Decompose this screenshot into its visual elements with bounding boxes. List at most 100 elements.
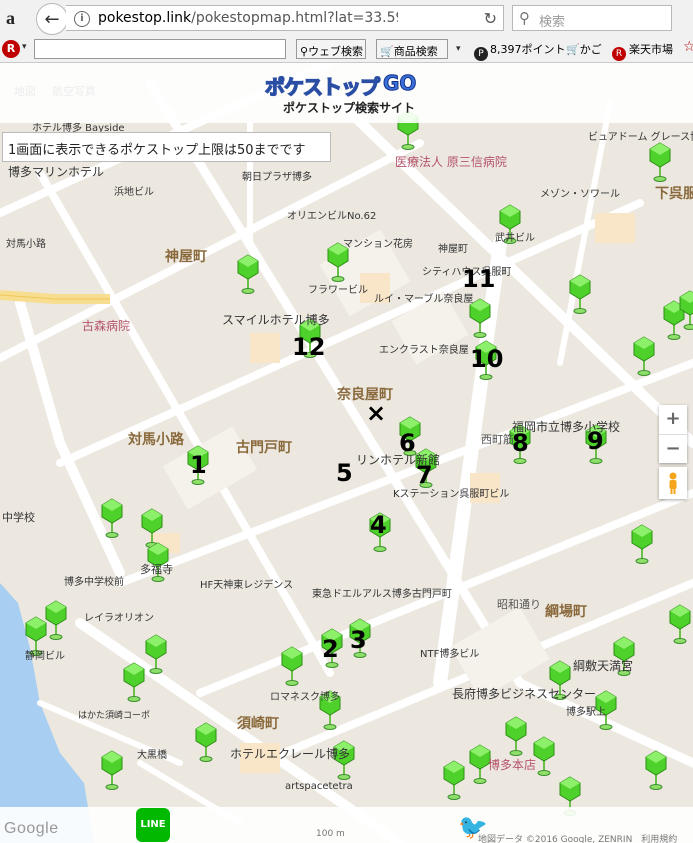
label-romanesque: ロマネスク博多 — [270, 692, 340, 703]
cart-link[interactable]: 🛒かご — [566, 41, 602, 57]
line-share-icon[interactable]: LINE — [136, 808, 170, 842]
label-tsushima-koji: 対馬小路 — [128, 432, 184, 448]
label-hakama-dome: ビュアドーム グレース博多 — [588, 132, 693, 143]
current-location-marker: × — [366, 399, 387, 427]
label-flare: フラワービル — [308, 285, 368, 296]
web-search-label: ウェブ検索 — [308, 45, 364, 58]
label-hakata-chu: 博多中学校前 — [64, 577, 124, 588]
ichiba-label: 楽天市場 — [629, 43, 673, 56]
stop-number-11: 11 — [462, 265, 496, 293]
label-bukedo: 武井ビル — [495, 233, 535, 244]
web-search-button[interactable]: ⚲ウェブ検索 — [296, 39, 366, 59]
navigation-row: a ← i pokestop.link/pokestopmap.html?lat… — [0, 0, 693, 36]
label-shimogofuku: 下呉服 — [655, 186, 693, 202]
label-mansion: マンション花房 — [343, 239, 413, 250]
back-arrow-icon[interactable]: ← — [36, 3, 68, 35]
url-path: /pokestopmap.html?lat=33.5913575999999 — [191, 10, 398, 26]
points-label: 8,397ポイント — [490, 43, 566, 56]
stop-number-5: 5 — [336, 459, 353, 487]
label-hf-tenjin: HF天神東レジデンス — [200, 580, 294, 591]
search-icon: ⚲ — [300, 45, 309, 58]
zoom-controls: + − — [659, 405, 687, 463]
product-search-label: 商品検索 — [393, 45, 438, 58]
label-koga-hospital: 古森病院 — [82, 319, 131, 333]
label-hanatosaki: はかた須崎コーポ — [78, 711, 151, 721]
label-meisontower: メゾン・ソワール — [540, 189, 620, 200]
rakuten-logo-icon[interactable]: R — [2, 40, 20, 58]
site-footer: Google LINE 🐦 100 m 地図データ ©2016 Google, … — [0, 807, 693, 843]
product-search-button[interactable]: 🛒商品検索 — [376, 39, 448, 59]
reload-icon[interactable]: ↻ — [484, 9, 497, 28]
search-icon: ⚲ — [519, 9, 530, 27]
label-artspace: artspacetetra — [285, 781, 353, 792]
label-hakata-honten: 博多本店 — [488, 758, 537, 772]
label-kamiyamachi: 神屋町 — [165, 249, 207, 265]
points-icon: P — [474, 47, 488, 61]
points-link[interactable]: P 8,397ポイント — [474, 41, 566, 61]
yellow-road — [0, 290, 110, 304]
rakuten-icon: R — [612, 47, 626, 61]
site-subtitle: ポケストップ検索サイト — [283, 101, 416, 115]
label-smile-hotel: スマイルホテル博多 — [222, 313, 330, 327]
limit-notice: 1画面に表示できるポケストップ上限は50までです — [2, 132, 331, 162]
label-hakata-daimaru: 博多駅上 — [566, 707, 606, 718]
stop-number-8: 8 — [512, 429, 529, 457]
label-hakata-marine: 博多マリンホテル — [8, 165, 105, 179]
label-kstation: Kステーション呉服町ビル — [393, 489, 510, 500]
cart-icon: 🛒 — [566, 43, 580, 56]
label-fukuji: 多福寺 — [140, 563, 173, 576]
label-susakimachi: 須崎町 — [237, 716, 279, 732]
label-shizuoka: 静岡ビル — [25, 651, 65, 662]
label-hamabeci: 浜地ビル — [114, 187, 154, 198]
google-logo[interactable]: Google — [4, 820, 59, 838]
map-copyright[interactable]: 地図データ ©2016 Google, ZENRIN 利用規約 — [478, 832, 677, 843]
cart-label: かご — [579, 43, 602, 56]
stop-number-12: 12 — [292, 333, 326, 361]
label-ryokan: 綱敷天満宮 — [573, 659, 634, 673]
browser-search-input[interactable]: ⚲ 検索 — [512, 5, 672, 31]
info-icon[interactable]: i — [74, 11, 90, 27]
star-icon[interactable]: ☆ — [683, 39, 693, 55]
label-business-center: 長府博多ビジネスセンター — [452, 687, 597, 701]
label-nishimachi: 西町筋 — [481, 433, 514, 446]
dropdown-arrow-icon[interactable]: ▾ — [456, 44, 461, 54]
label-kamiya-stop: 神屋町 — [438, 244, 468, 255]
label-tsunabamachi: 綱場町 — [545, 604, 587, 620]
label-reira: レイラオリオン — [84, 613, 154, 624]
cart-icon: 🛒 — [380, 45, 394, 58]
label-tatsuishi: 東急ドエルアルス博多古門戸町 — [312, 589, 452, 600]
stop-number-9: 9 — [587, 427, 604, 455]
label-ruimarble: ルイ・マーブル奈良屋 — [374, 294, 474, 305]
label-chu-school: 中学校 — [2, 511, 35, 524]
zoom-in-button[interactable]: + — [659, 405, 687, 434]
zoom-out-button[interactable]: − — [659, 435, 687, 464]
stop-number-4: 4 — [370, 511, 387, 539]
stop-number-10: 10 — [470, 345, 504, 373]
street-view-pegman-icon[interactable] — [659, 467, 687, 499]
stop-number-7: 7 — [416, 461, 433, 489]
label-ntf: NTF博多ビル — [420, 649, 480, 660]
site-header: ポケストップ GO ポケストップ検索サイト — [0, 63, 693, 123]
url-host: pokestop.link — [98, 10, 192, 26]
ichiba-link[interactable]: R 楽天市場 — [612, 41, 673, 61]
amazon-icon[interactable]: a — [6, 8, 26, 28]
label-entrust: エンクラスト奈良屋 — [379, 345, 469, 356]
label-komonto: 古門戸町 — [236, 440, 292, 456]
label-orienty: オリエンビルNo.62 — [287, 211, 377, 222]
map-scale: 100 m — [316, 829, 345, 839]
map-view[interactable]: 医療法人 原三信病院 博多マリンホテル 対馬小路 神屋町 古森病院 スマイルホテル博多 奈良… — [0, 63, 693, 843]
stop-number-3: 3 — [350, 626, 367, 654]
label-medical: 医療法人 原三信病院 — [395, 155, 507, 169]
logo-text: ポケストップ — [264, 74, 380, 99]
browser-chrome: a ← i pokestop.link/pokestopmap.html?lat… — [0, 0, 693, 63]
label-tsushima-koji-top: 対馬小路 — [6, 239, 46, 250]
site-logo[interactable]: ポケストップ GO — [264, 71, 435, 100]
address-bar[interactable]: i pokestop.link/pokestopmap.html?lat=33.… — [66, 5, 504, 31]
dropdown-arrow-icon[interactable]: ▾ — [22, 42, 27, 52]
logo-go: GO — [382, 71, 417, 96]
label-showa-dori: 昭和通り — [497, 598, 541, 611]
toolbar-search-field[interactable] — [34, 39, 286, 59]
rakuten-toolbar: R ▾ ⚲ウェブ検索 🛒商品検索 ▾ P 8,397ポイント 🛒かご R 楽天市場 … — [0, 38, 693, 62]
label-ohkuro: 大黒橋 — [137, 750, 167, 761]
url-text[interactable]: pokestop.link/pokestopmap.html?lat=33.59… — [98, 10, 398, 26]
